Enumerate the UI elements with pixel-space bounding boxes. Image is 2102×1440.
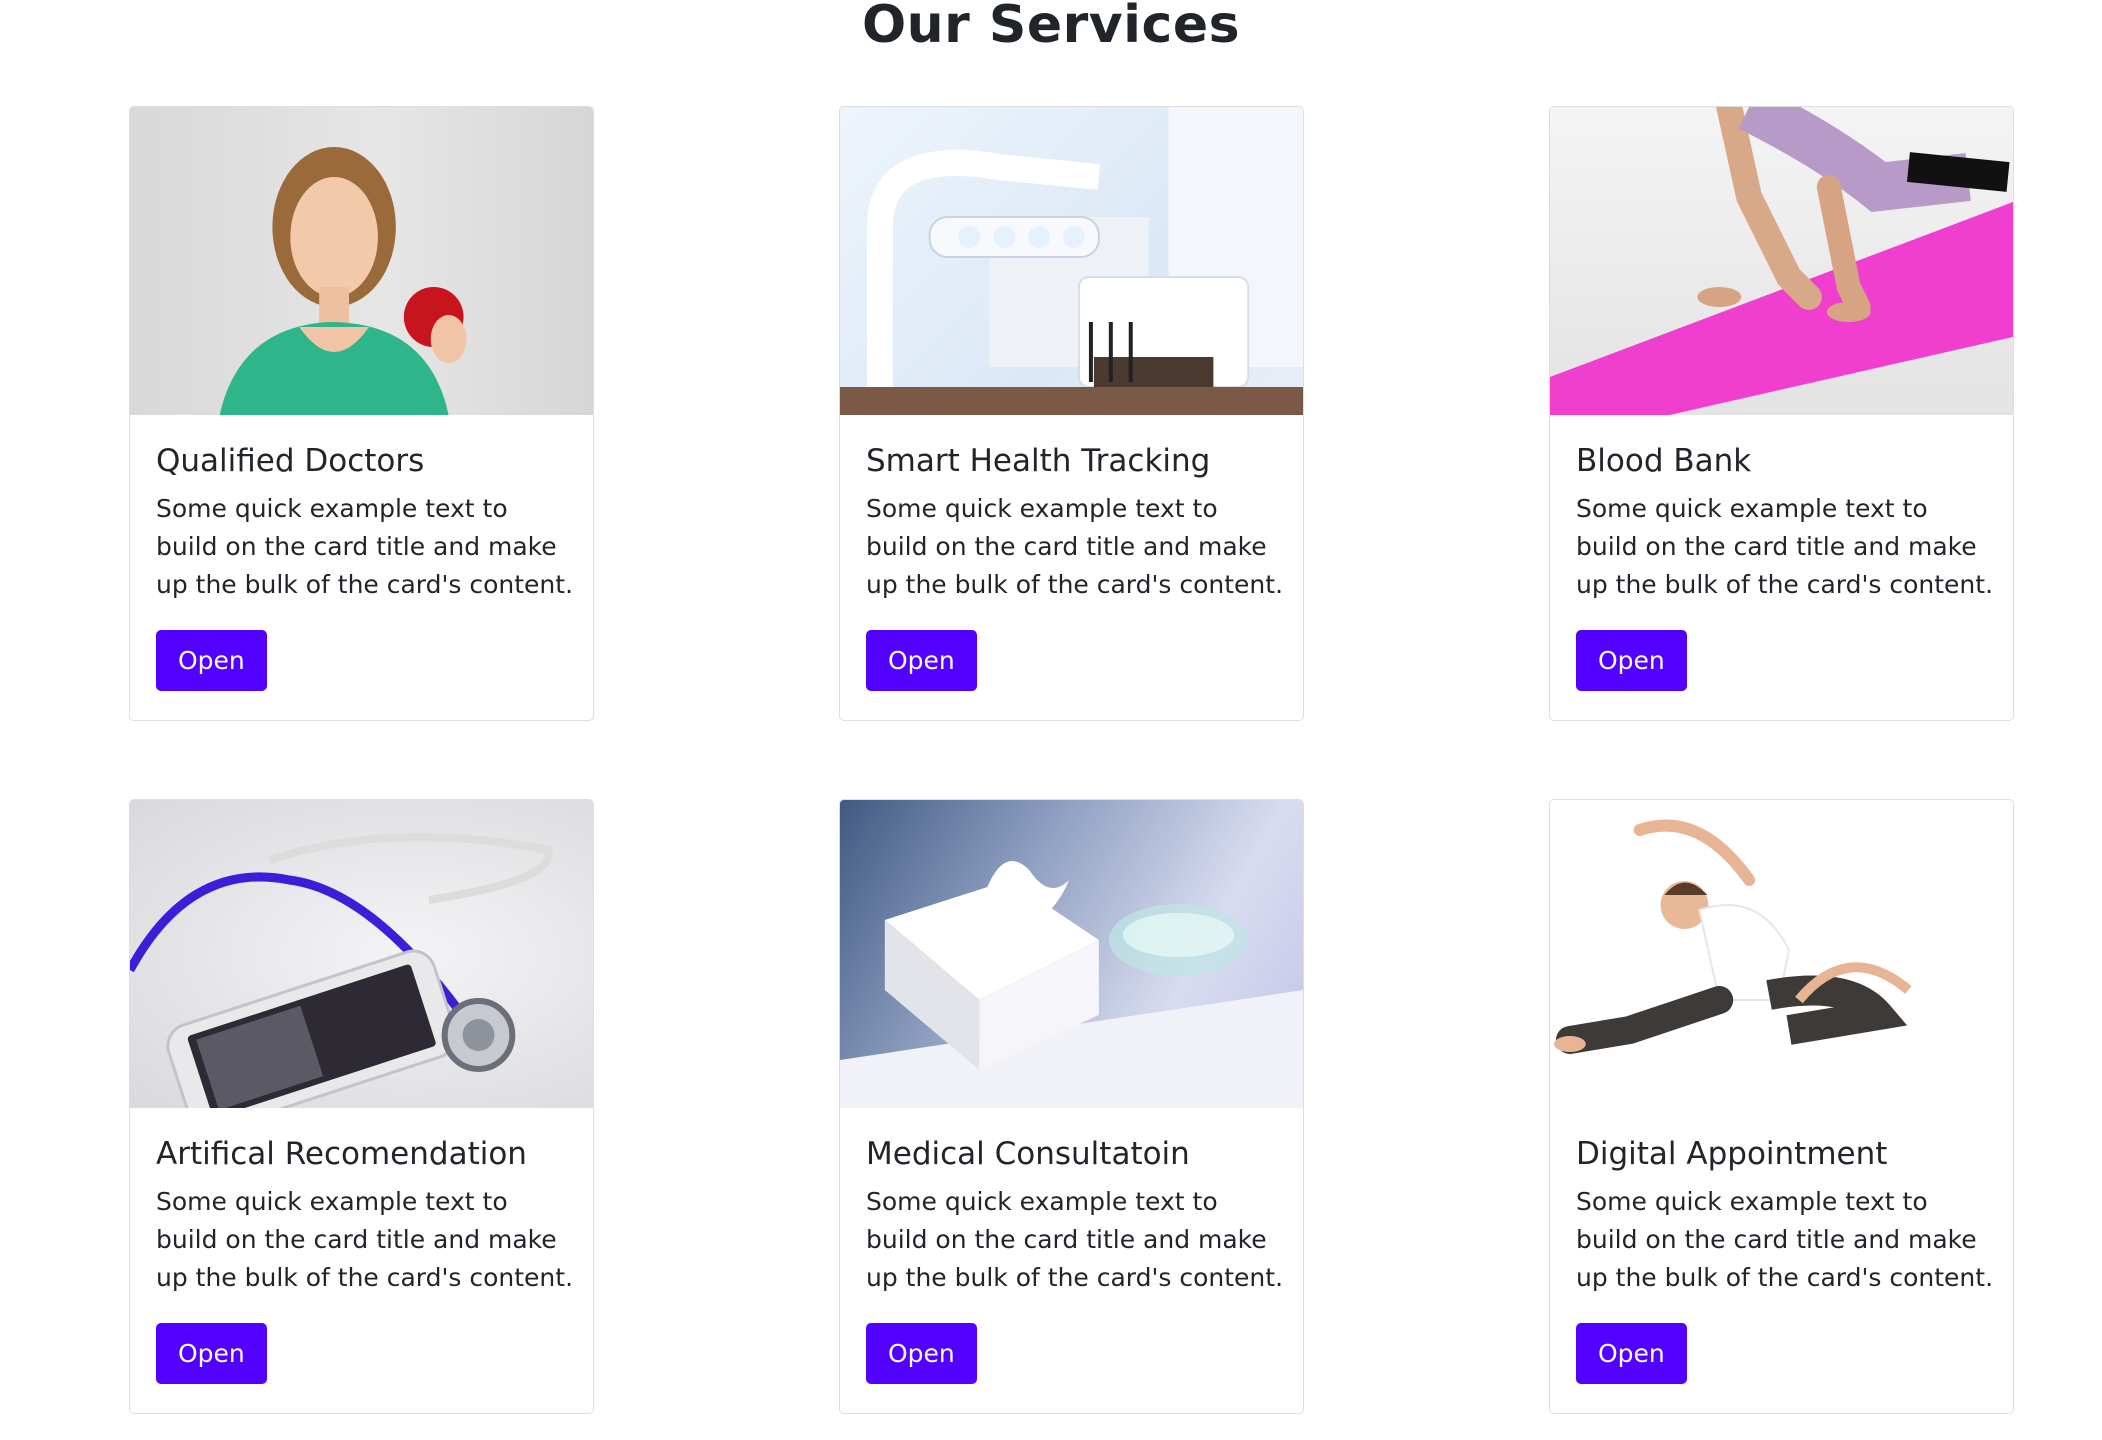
open-button[interactable]: Open [156,630,267,691]
woman-stretching-photo [1550,800,2013,1108]
card-text: Some quick example text to build on the … [866,494,1284,599]
woman-holding-apple-photo [130,107,593,415]
service-card-qualified-doctors: Qualified Doctors Some quick example tex… [129,106,594,721]
dental-chair-light-photo [840,107,1303,415]
card-title: Medical Consultatoin [866,1136,1190,1172]
card-text: Some quick example text to build on the … [866,1187,1284,1292]
yoga-mat-plank-photo [1550,107,2013,415]
page-title: Our Services [861,0,1241,55]
service-card-medical-consultatoin: Medical Consultatoin Some quick example … [839,799,1304,1414]
service-card-artifical-recomendation: Artifical Recomendation Some quick examp… [129,799,594,1414]
card-title: Smart Health Tracking [866,443,1211,479]
card-title: Blood Bank [1576,443,1752,479]
open-button[interactable]: Open [156,1323,267,1384]
open-button[interactable]: Open [1576,630,1687,691]
open-button[interactable]: Open [866,630,977,691]
card-text: Some quick example text to build on the … [1576,494,1994,599]
service-card-blood-bank: Blood Bank Some quick example text to bu… [1549,106,2014,721]
service-card-digital-appointment: Digital Appointment Some quick example t… [1549,799,2014,1414]
card-title: Artifical Recomendation [156,1136,527,1172]
card-title: Qualified Doctors [156,443,425,479]
card-text: Some quick example text to build on the … [1576,1187,1994,1292]
card-text: Some quick example text to build on the … [156,494,574,599]
service-card-smart-health-tracking: Smart Health Tracking Some quick example… [839,106,1304,721]
open-button[interactable]: Open [1576,1323,1687,1384]
card-text: Some quick example text to build on the … [156,1187,574,1292]
tissue-box-photo [840,800,1303,1108]
open-button[interactable]: Open [866,1323,977,1384]
card-title: Digital Appointment [1576,1136,1888,1172]
stethoscope-smartphone-photo [130,800,593,1108]
services-grid: Qualified Doctors Some quick example tex… [129,106,2014,1414]
